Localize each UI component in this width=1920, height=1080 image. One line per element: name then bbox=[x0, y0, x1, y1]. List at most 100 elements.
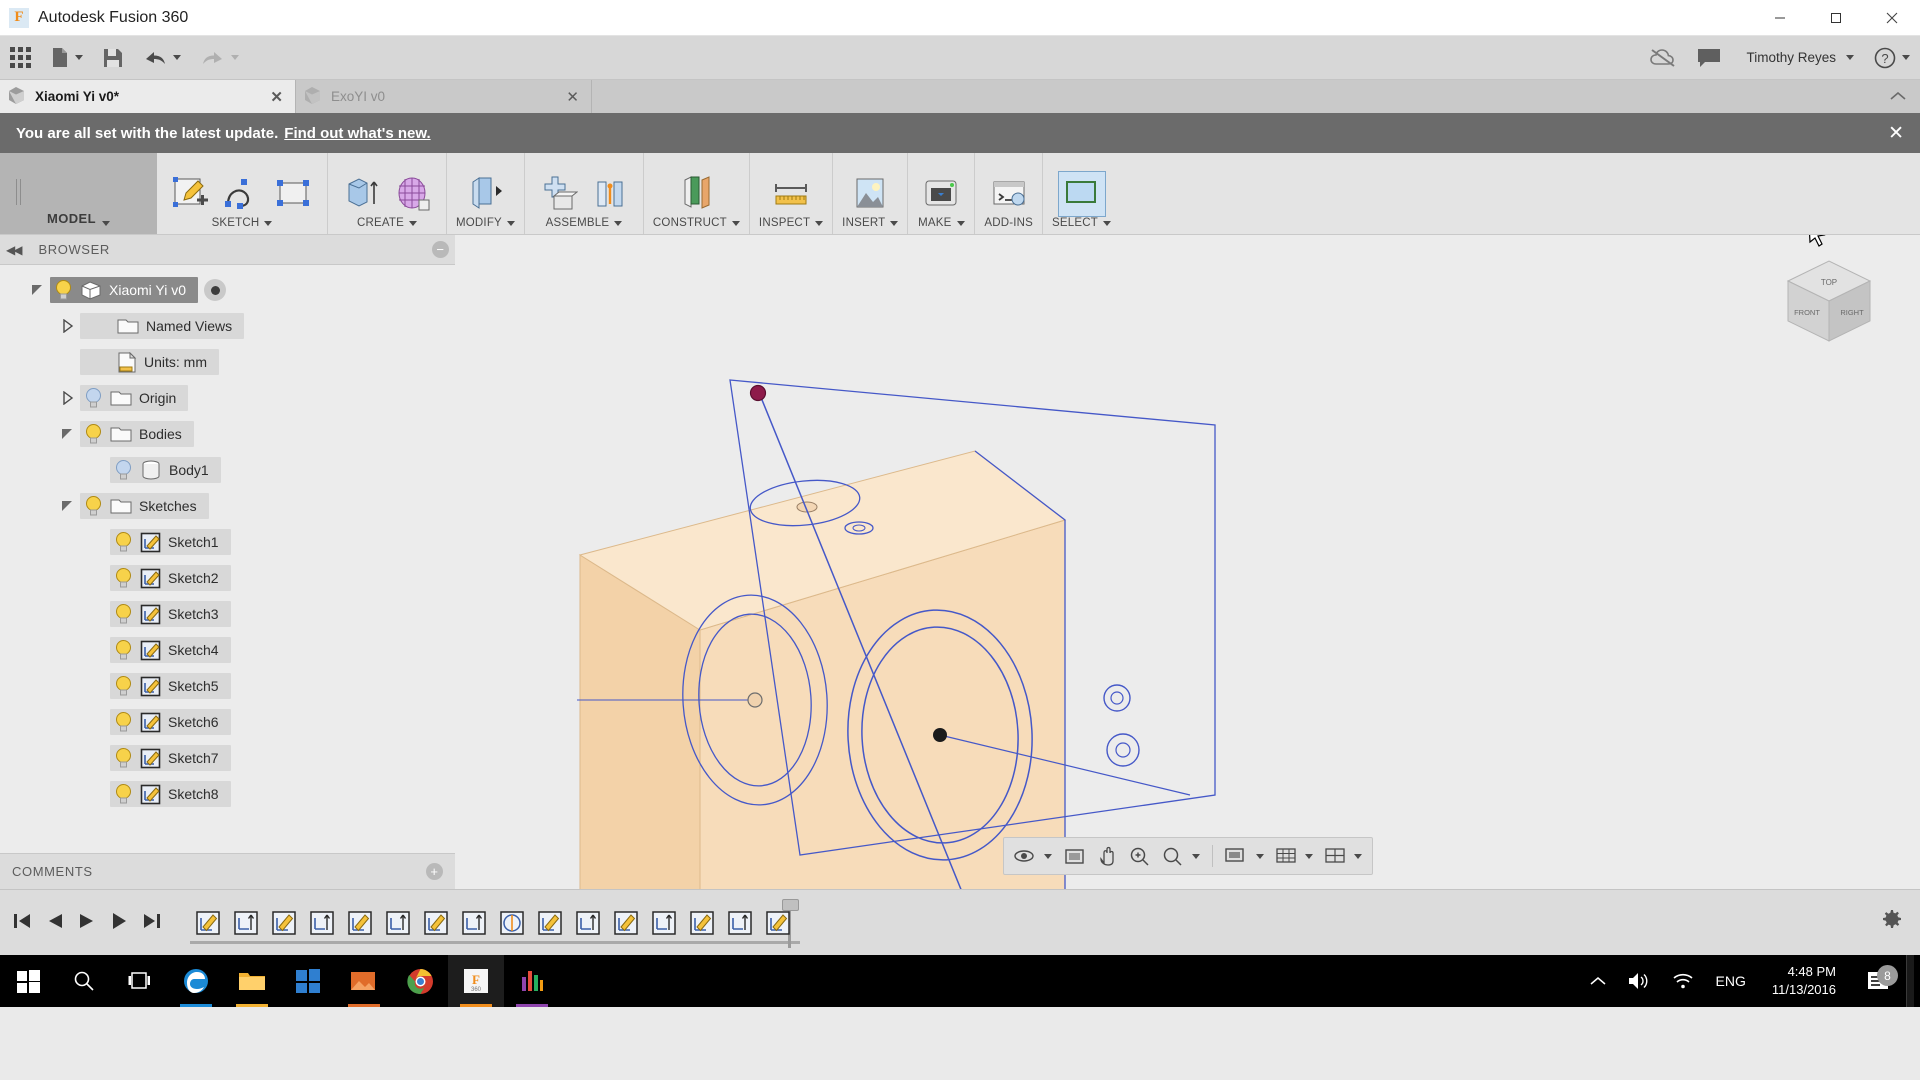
browser-node-sketches[interactable]: Sketches bbox=[0, 488, 455, 524]
comments-panel-header[interactable]: COMMENTS + bbox=[0, 853, 455, 889]
create-sketch-icon[interactable] bbox=[166, 171, 214, 217]
browser-node-sketch2[interactable]: Sketch2 bbox=[0, 560, 455, 596]
grid-snaps-icon[interactable] bbox=[1271, 841, 1318, 871]
play-icon[interactable] bbox=[110, 912, 128, 933]
skip-end-icon[interactable] bbox=[142, 912, 162, 933]
tray-chevron-up-icon[interactable] bbox=[1580, 976, 1616, 986]
3d-viewport[interactable]: TOP FRONT RIGHT bbox=[455, 235, 1920, 889]
ribbon-group-label[interactable]: ASSEMBLE bbox=[546, 217, 623, 229]
timeline-feature-11[interactable] bbox=[608, 906, 644, 940]
fusion360-icon[interactable]: F 360 bbox=[448, 955, 504, 1007]
notification-close-icon[interactable]: ✕ bbox=[1888, 122, 1904, 145]
save-icon[interactable] bbox=[93, 36, 133, 80]
press-pull-icon[interactable] bbox=[461, 171, 509, 217]
tree-expander-icon[interactable] bbox=[54, 391, 80, 405]
new-file-icon[interactable] bbox=[41, 36, 93, 80]
step-forward-icon[interactable] bbox=[78, 912, 96, 933]
sketch-rectangle-icon[interactable] bbox=[270, 171, 318, 217]
timeline-feature-13[interactable] bbox=[684, 906, 720, 940]
speech-bubble-icon[interactable] bbox=[1686, 36, 1732, 80]
timeline-feature-1[interactable] bbox=[228, 906, 264, 940]
browser-node-sketch3[interactable]: Sketch3 bbox=[0, 596, 455, 632]
store-icon[interactable] bbox=[280, 955, 336, 1007]
close-button[interactable] bbox=[1864, 0, 1920, 36]
sketch-spline-icon[interactable] bbox=[218, 171, 266, 217]
timeline-feature-6[interactable] bbox=[418, 906, 454, 940]
orbit-icon[interactable] bbox=[1009, 841, 1057, 871]
browser-node-bodies[interactable]: Bodies bbox=[0, 416, 455, 452]
visibility-bulb-icon[interactable] bbox=[114, 603, 133, 625]
add-comment-icon[interactable]: + bbox=[426, 863, 443, 880]
ribbon-group-label[interactable]: CONSTRUCT bbox=[653, 217, 740, 229]
visibility-bulb-icon[interactable] bbox=[84, 495, 103, 517]
ribbon-group-label[interactable]: SELECT bbox=[1052, 217, 1111, 229]
ribbon-group-label[interactable]: MODIFY bbox=[456, 217, 515, 229]
ribbon-group-label[interactable]: SKETCH bbox=[212, 217, 273, 229]
look-at-icon[interactable] bbox=[1059, 841, 1090, 871]
workspace-switcher[interactable]: MODEL bbox=[0, 153, 157, 234]
timeline-feature-4[interactable] bbox=[342, 906, 378, 940]
visibility-bulb-icon[interactable] bbox=[114, 783, 133, 805]
cloud-offline-icon[interactable] bbox=[1640, 36, 1686, 80]
timeline-feature-15[interactable] bbox=[760, 906, 796, 940]
timeline-feature-7[interactable] bbox=[456, 906, 492, 940]
tree-expander-icon[interactable] bbox=[54, 319, 80, 333]
timeline-feature-0[interactable] bbox=[190, 906, 226, 940]
fit-icon[interactable] bbox=[1157, 841, 1205, 871]
browser-collapse-icon[interactable]: − bbox=[432, 241, 449, 258]
3d-print-icon[interactable] bbox=[917, 171, 965, 217]
visibility-bulb-icon[interactable] bbox=[114, 531, 133, 553]
measure-icon[interactable] bbox=[767, 171, 815, 217]
browser-node-origin[interactable]: Origin bbox=[0, 380, 455, 416]
browser-node-sketch6[interactable]: Sketch6 bbox=[0, 704, 455, 740]
browser-node-xiaomi-yi-v0[interactable]: Xiaomi Yi v0 bbox=[0, 272, 455, 308]
help-button[interactable]: ? bbox=[1864, 36, 1920, 80]
timeline-feature-5[interactable] bbox=[380, 906, 416, 940]
audio-app-icon[interactable] bbox=[504, 955, 560, 1007]
timeline-track[interactable] bbox=[176, 896, 1880, 950]
joint-icon[interactable] bbox=[586, 171, 634, 217]
pan-icon[interactable] bbox=[1092, 841, 1122, 871]
view-cube[interactable]: TOP FRONT RIGHT bbox=[1774, 249, 1884, 349]
visibility-bulb-icon[interactable] bbox=[114, 567, 133, 589]
browser-node-body1[interactable]: Body1 bbox=[0, 452, 455, 488]
minimize-button[interactable] bbox=[1752, 0, 1808, 36]
timeline-feature-12[interactable] bbox=[646, 906, 682, 940]
wifi-icon[interactable] bbox=[1662, 972, 1704, 990]
ribbon-group-label[interactable]: INSERT bbox=[842, 217, 899, 229]
tree-expander-icon[interactable] bbox=[54, 499, 80, 513]
browser-node-named-views[interactable]: Named Views bbox=[0, 308, 455, 344]
browser-node-sketch5[interactable]: Sketch5 bbox=[0, 668, 455, 704]
browser-node-sketch4[interactable]: Sketch4 bbox=[0, 632, 455, 668]
visibility-bulb-icon[interactable] bbox=[54, 279, 73, 301]
timeline-feature-14[interactable] bbox=[722, 906, 758, 940]
gear-icon[interactable] bbox=[1880, 909, 1908, 936]
offset-plane-icon[interactable] bbox=[672, 171, 720, 217]
maximize-button[interactable] bbox=[1808, 0, 1864, 36]
speaker-icon[interactable] bbox=[1618, 972, 1660, 990]
search-icon[interactable] bbox=[56, 955, 112, 1007]
close-icon[interactable]: ✕ bbox=[266, 88, 287, 106]
browser-node-sketch1[interactable]: Sketch1 bbox=[0, 524, 455, 560]
double-left-arrow-icon[interactable]: ◀◀ bbox=[6, 243, 23, 257]
visibility-bulb-icon[interactable] bbox=[84, 387, 103, 409]
skip-start-icon[interactable] bbox=[12, 912, 32, 933]
extrude-icon[interactable] bbox=[337, 171, 385, 217]
ribbon-drag-handle[interactable] bbox=[16, 179, 21, 205]
close-icon[interactable]: ✕ bbox=[562, 88, 583, 106]
browser-node-units-mm[interactable]: Units: mm bbox=[0, 344, 455, 380]
timeline-feature-2[interactable] bbox=[266, 906, 302, 940]
tabbar-collapse-chevron-icon[interactable] bbox=[1890, 90, 1920, 104]
zoom-icon[interactable] bbox=[1124, 841, 1155, 871]
activate-component-radio[interactable] bbox=[204, 279, 227, 301]
browser-node-sketch7[interactable]: Sketch7 bbox=[0, 740, 455, 776]
select-window-icon[interactable] bbox=[1057, 171, 1106, 217]
timeline-feature-10[interactable] bbox=[570, 906, 606, 940]
visibility-bulb-icon[interactable] bbox=[114, 747, 133, 769]
tree-expander-icon[interactable] bbox=[54, 427, 80, 441]
user-account-menu[interactable]: Timothy Reyes bbox=[1732, 36, 1864, 80]
file-explorer-icon[interactable] bbox=[224, 955, 280, 1007]
display-settings-icon[interactable] bbox=[1220, 841, 1269, 871]
task-view-icon[interactable] bbox=[112, 955, 168, 1007]
timeline-feature-8[interactable] bbox=[494, 906, 530, 940]
